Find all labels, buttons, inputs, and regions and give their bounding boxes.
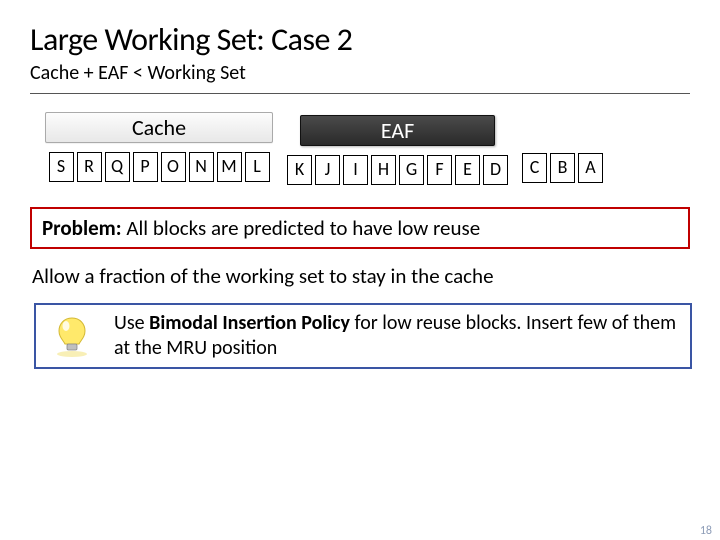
- eaf-label: EAF: [300, 115, 495, 146]
- eaf-cell: K: [287, 155, 312, 185]
- problem-text: All blocks are predicted to have low reu…: [126, 215, 480, 241]
- extra-cell: C: [522, 153, 547, 183]
- cache-cell: S: [49, 152, 74, 182]
- diagram-row: Cache SRQPONML EAF KJIHGFED CBA: [45, 112, 690, 185]
- extra-cells: CBA: [522, 153, 603, 183]
- eaf-cell: G: [399, 155, 424, 185]
- tip-callout: Use Bimodal Insertion Policy for low reu…: [34, 303, 692, 369]
- cache-column: Cache SRQPONML: [45, 112, 273, 182]
- cache-cells: SRQPONML: [49, 152, 270, 182]
- cache-cell: L: [245, 152, 270, 182]
- eaf-cell: J: [315, 155, 340, 185]
- slide-title: Large Working Set: Case 2: [30, 20, 690, 59]
- eaf-cell: D: [483, 155, 508, 185]
- tip-pre: Use: [114, 311, 149, 335]
- lightbulb-icon: [48, 312, 96, 360]
- cache-cell: R: [77, 152, 102, 182]
- eaf-cell: E: [455, 155, 480, 185]
- page-number: 18: [700, 524, 712, 538]
- allow-text: Allow a fraction of the working set to s…: [32, 263, 690, 289]
- tip-bold: Bimodal Insertion Policy: [149, 311, 354, 335]
- slide-subtitle: Cache + EAF < Working Set: [30, 61, 690, 94]
- extra-cell: A: [578, 153, 603, 183]
- cache-cell: O: [161, 152, 186, 182]
- extra-column: CBA: [522, 153, 603, 183]
- cache-cell: P: [133, 152, 158, 182]
- cache-label: Cache: [45, 112, 273, 143]
- eaf-cell: F: [427, 155, 452, 185]
- eaf-column: EAF KJIHGFED: [287, 115, 508, 185]
- eaf-cells: KJIHGFED: [287, 155, 508, 185]
- cache-cell: Q: [105, 152, 130, 182]
- extra-cell: B: [550, 153, 575, 183]
- problem-callout: Problem: All blocks are predicted to hav…: [30, 207, 690, 249]
- problem-label: Problem:: [42, 215, 122, 241]
- eaf-cell: H: [371, 155, 396, 185]
- tip-text: Use Bimodal Insertion Policy for low reu…: [114, 311, 680, 361]
- cache-cell: N: [189, 152, 214, 182]
- cache-cell: M: [217, 152, 242, 182]
- eaf-cell: I: [343, 155, 368, 185]
